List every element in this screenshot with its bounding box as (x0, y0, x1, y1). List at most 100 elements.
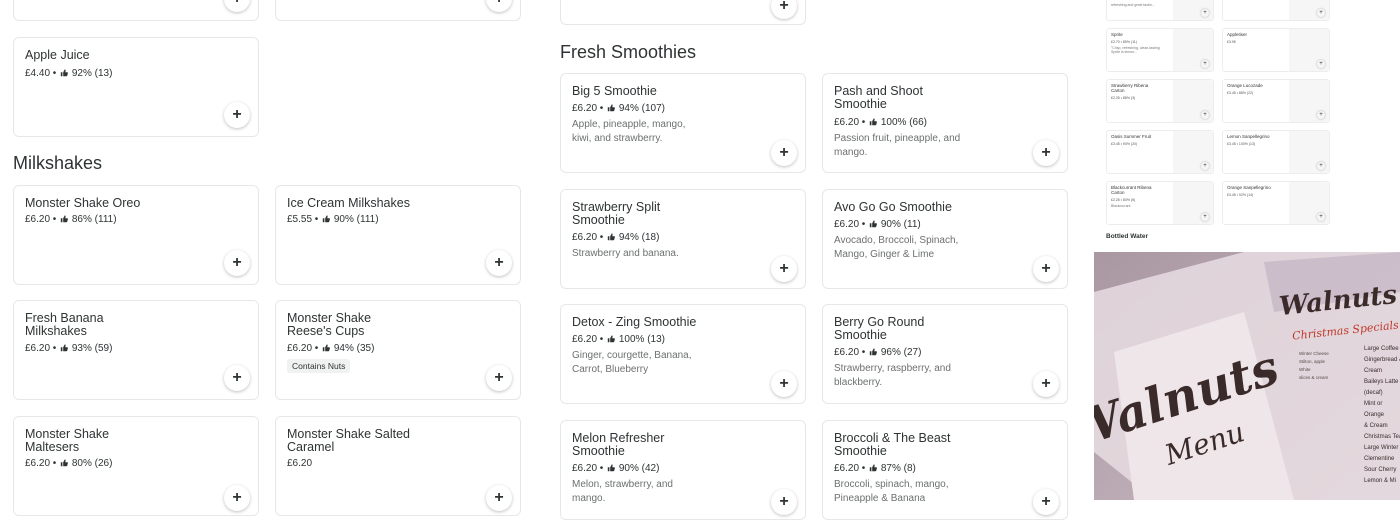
product-card-ice-cream[interactable]: Ice Cream Milkshakes £5.55 • 90% (111) + (275, 185, 521, 285)
plus-icon: + (232, 254, 242, 271)
add-item-button[interactable]: + (224, 250, 250, 276)
product-card-pash[interactable]: Pash and Shoot Smoothie £6.20 • 100% (66… (822, 73, 1068, 173)
banner-left-items: Winter Cheese Stilton, apple White slice… (1299, 350, 1354, 382)
thumbs-up-icon (322, 344, 331, 352)
add-item-button[interactable]: + (486, 0, 512, 12)
thumbs-up-icon (60, 344, 69, 352)
product-meta: £6.20 • 94% (107) (572, 103, 666, 114)
add-item-button[interactable]: + (771, 371, 797, 397)
thumbs-up-icon (60, 69, 69, 77)
product-card-avo[interactable]: Avo Go Go Smoothie £6.20 • 90% (11) Avoc… (822, 189, 1068, 289)
product-description: Ginger, courgette, Banana, Carrot, Blueb… (572, 350, 692, 375)
price: £4.40 (25, 68, 51, 79)
add-item-button[interactable]: + (224, 102, 250, 128)
plus-icon: + (494, 369, 504, 386)
mini-product-card-blackcurrant[interactable]: Blackcurrant Ribena Carton £2.25 • 80% (… (1106, 181, 1214, 225)
product-meta: £5.55 • 90% (111) (287, 214, 379, 225)
add-item-button[interactable]: + (224, 0, 250, 12)
mini-title: Orange Lucozade (1227, 83, 1263, 88)
product-meta: £6.20 • 90% (42) (572, 463, 660, 474)
product-card-detox[interactable]: Detox - Zing Smoothie £6.20 • 100% (13) … (560, 304, 806, 404)
price: £6.20 (25, 458, 51, 469)
plus-icon: + (779, 260, 789, 277)
add-item-button[interactable]: + (486, 485, 512, 511)
add-item-button[interactable]: + (486, 365, 512, 391)
plus-icon: + (779, 375, 789, 392)
product-card-reeses[interactable]: Monster Shake Reese's Cups £6.20 • 94% (… (275, 300, 521, 400)
product-card-strawberry-split[interactable]: Strawberry Split Smoothie £6.20 • 94% (1… (560, 189, 806, 289)
mini-meta: £3.45 • 92% (14) (1227, 193, 1254, 197)
thumbs-up-icon (60, 459, 69, 467)
product-title: Monster Shake Oreo (25, 196, 141, 210)
add-item-button[interactable]: + (771, 256, 797, 282)
add-item-button[interactable]: + (771, 140, 797, 166)
add-item-button[interactable]: + (771, 489, 797, 515)
price: £6.20 (572, 103, 598, 114)
plus-icon: + (494, 254, 504, 271)
add-item-button[interactable]: + (1033, 371, 1059, 397)
product-title: Strawberry Split Smoothie (572, 200, 661, 227)
section-heading-smoothies: Fresh Smoothies (560, 42, 697, 62)
add-item-button[interactable]: + (1033, 140, 1059, 166)
banner-menu-item: Clementine (1364, 456, 1395, 462)
mini-product-card-ribena[interactable]: Strawberry Ribena Carton £2.25 • 88% (3)… (1106, 79, 1214, 123)
mini-product-card-orange-lucozade[interactable]: Orange Lucozade £3.45 • 88% (22) + (1222, 79, 1330, 123)
mini-product-card[interactable]: refreshing and great tastin... + (1106, 0, 1214, 21)
plus-icon[interactable]: + (1201, 162, 1209, 170)
add-item-button[interactable]: + (224, 365, 250, 391)
plus-icon[interactable]: + (1201, 60, 1209, 68)
plus-icon[interactable]: + (1201, 213, 1209, 221)
product-card-broccoli[interactable]: Broccoli & The Beast Smoothie £6.20 • 87… (822, 420, 1068, 520)
plus-icon[interactable]: + (1201, 111, 1209, 119)
add-item-button[interactable]: + (1033, 489, 1059, 515)
product-card[interactable]: + (275, 0, 521, 21)
plus-icon[interactable]: + (1317, 213, 1325, 221)
plus-icon[interactable]: + (1317, 60, 1325, 68)
add-item-button[interactable]: + (1033, 256, 1059, 282)
add-item-button[interactable]: + (486, 250, 512, 276)
banner-menu-item: Baileys Latte (decaf) (1364, 379, 1399, 396)
plus-icon[interactable]: + (1201, 9, 1209, 17)
plus-icon[interactable]: + (1317, 111, 1325, 119)
product-description: Avocado, Broccoli, Spinach, Mango, Ginge… (834, 235, 959, 260)
mini-product-card[interactable]: + (1222, 0, 1330, 21)
add-item-button[interactable]: + (771, 0, 797, 19)
mini-description: "Crisp, refreshing, clean-tasting Sprite… (1111, 46, 1160, 54)
mini-product-card-appletiser[interactable]: Appletiser £3.95 + (1222, 28, 1330, 72)
mini-product-card-orange-sanpellegrino[interactable]: Orange Sanpellegrino £3.45 • 92% (14) + (1222, 181, 1330, 225)
product-card-big5[interactable]: Big 5 Smoothie £6.20 • 94% (107) Apple, … (560, 73, 806, 173)
product-card-apple-juice[interactable]: Apple Juice £4.40 • 92% (13) + (13, 37, 259, 137)
plus-icon: + (232, 106, 242, 123)
product-card-berry[interactable]: Berry Go Round Smoothie £6.20 • 96% (27)… (822, 304, 1068, 404)
thumbs-up-icon (869, 118, 878, 126)
price: £6.20 (25, 343, 51, 354)
product-card-oreo[interactable]: Monster Shake Oreo £6.20 • 86% (111) + (13, 185, 259, 285)
product-card-banana[interactable]: Fresh Banana Milkshakes £6.20 • 93% (59)… (13, 300, 259, 400)
mini-title: Strawberry Ribena Carton (1111, 83, 1149, 93)
rating: 90% (11) (880, 219, 921, 230)
product-card-maltesers[interactable]: Monster Shake Maltesers £6.20 • 80% (26)… (13, 416, 259, 516)
thumbs-up-icon (607, 335, 616, 343)
price: £6.20 (287, 458, 313, 469)
mini-product-card-sprite[interactable]: Sprite £2.70 • 85% (11) "Crisp, refreshi… (1106, 28, 1214, 72)
add-item-button[interactable]: + (224, 485, 250, 511)
rating: 94% (107) (618, 103, 666, 114)
product-meta: £6.20 • 96% (27) (834, 347, 922, 358)
product-card[interactable]: + (560, 0, 806, 25)
mini-product-card-lemon-sanpellegrino[interactable]: Lemon Sanpellegrino £3.45 • 100% (13) + (1222, 130, 1330, 174)
price: £6.20 (834, 219, 860, 230)
rating: 90% (42) (618, 463, 660, 474)
mini-meta: £3.45 • 88% (22) (1227, 91, 1254, 95)
plus-icon[interactable]: + (1317, 162, 1325, 170)
product-card-salted-caramel[interactable]: Monster Shake Salted Caramel £6.20 + (275, 416, 521, 516)
plus-icon[interactable]: + (1317, 9, 1325, 17)
product-title: Detox - Zing Smoothie (572, 315, 697, 329)
thumbs-up-icon (869, 220, 878, 228)
product-card[interactable]: + (13, 0, 259, 21)
product-title: Pash and Shoot Smoothie (834, 84, 923, 111)
product-card-melon[interactable]: Melon Refresher Smoothie £6.20 • 90% (42… (560, 420, 806, 520)
section-heading-milkshakes: Milkshakes (13, 153, 103, 173)
plus-icon: + (779, 144, 789, 161)
mini-product-card-oasis[interactable]: Oasis Summer Fruit £3.45 • 90% (20) + (1106, 130, 1214, 174)
product-meta: £6.20 • 94% (18) (572, 232, 660, 243)
